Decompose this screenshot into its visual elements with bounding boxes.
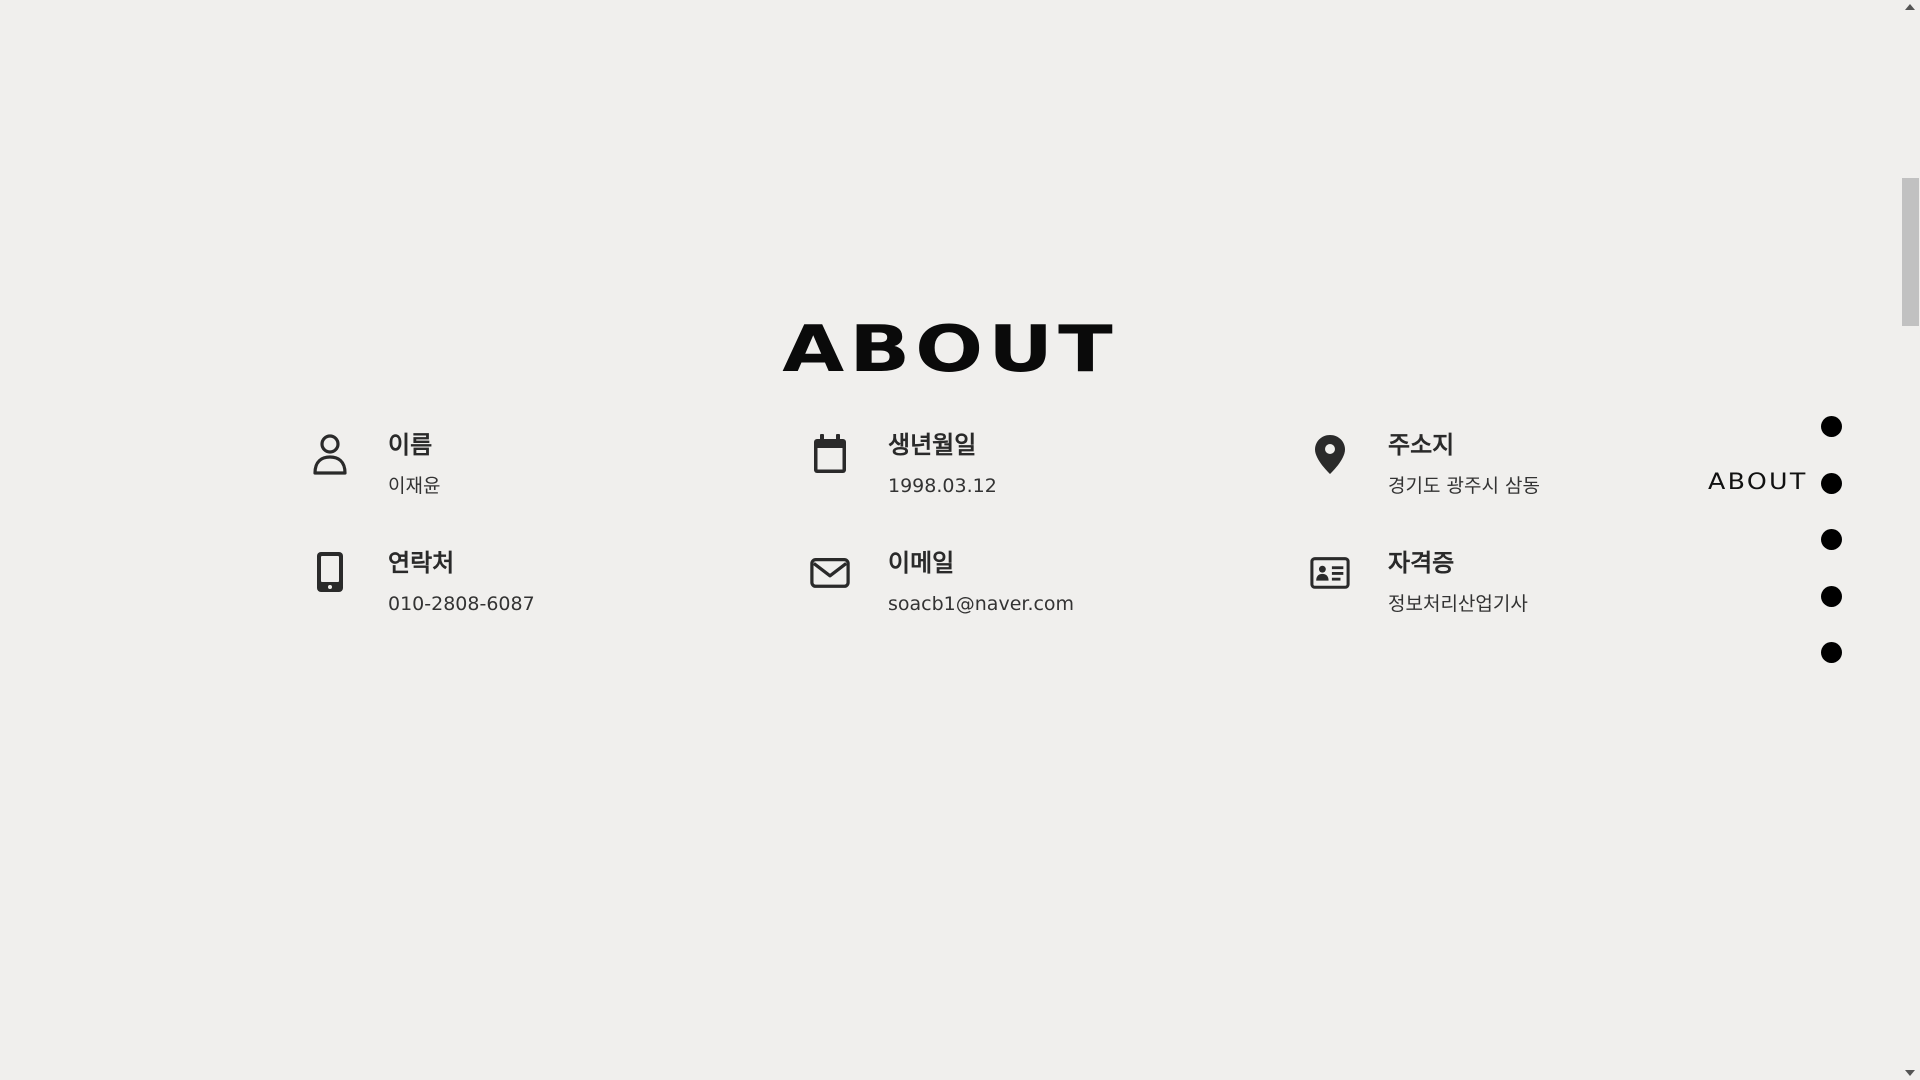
info-item-email: 이메일 soacb1@naver.com [810, 546, 1310, 664]
info-label: 이름 [388, 431, 433, 459]
info-label: 자격증 [1388, 549, 1455, 577]
info-item-address: 주소지 경기도 광주시 삼동 [1310, 428, 1730, 546]
side-nav-dot-1[interactable] [1821, 416, 1842, 437]
scroll-down-arrow-icon[interactable] [1905, 1070, 1915, 1076]
info-label: 주소지 [1388, 431, 1455, 459]
side-nav [1817, 416, 1847, 699]
mail-icon [810, 550, 850, 594]
info-label: 생년월일 [888, 431, 977, 459]
side-nav-dot-4[interactable] [1821, 585, 1842, 607]
side-nav-dot-2-active[interactable] [1821, 472, 1842, 494]
info-item-contact: 연락처 010-2808-6087 [310, 546, 810, 664]
about-info-grid: 이름 이재윤 생년월일 1998.03.12 주소지 경기도 광주시 삼동 연락… [310, 428, 1730, 664]
location-pin-icon [1310, 432, 1350, 476]
info-item-birthdate: 생년월일 1998.03.12 [810, 428, 1310, 546]
info-value: 1998.03.12 [888, 475, 997, 497]
side-nav-dot-3[interactable] [1821, 529, 1842, 550]
id-card-icon [1310, 550, 1350, 594]
side-nav-dot-5[interactable] [1821, 642, 1842, 663]
info-value: 이재윤 [388, 475, 441, 497]
info-value: 정보처리산업기사 [1388, 593, 1528, 615]
scroll-thumb[interactable] [1902, 178, 1919, 326]
calendar-icon [810, 432, 850, 476]
page: ABOUT 이름 이재윤 생년월일 1998.03.12 주소지 경기도 광주시… [0, 0, 1920, 1080]
side-nav-active-label: ABOUT [1708, 470, 1808, 495]
mobile-phone-icon [310, 550, 350, 594]
info-label: 이메일 [888, 549, 955, 577]
info-item-certificate: 자격증 정보처리산업기사 [1310, 546, 1730, 664]
info-item-name: 이름 이재윤 [310, 428, 810, 546]
info-value: 010-2808-6087 [388, 593, 535, 615]
scroll-up-arrow-icon[interactable] [1905, 4, 1915, 10]
info-value: 경기도 광주시 삼동 [1388, 475, 1540, 497]
info-value: soacb1@naver.com [888, 593, 1075, 615]
vertical-scrollbar[interactable] [1900, 0, 1920, 1080]
info-label: 연락처 [388, 549, 455, 577]
person-icon [310, 432, 350, 476]
section-title: ABOUT [782, 312, 1118, 387]
